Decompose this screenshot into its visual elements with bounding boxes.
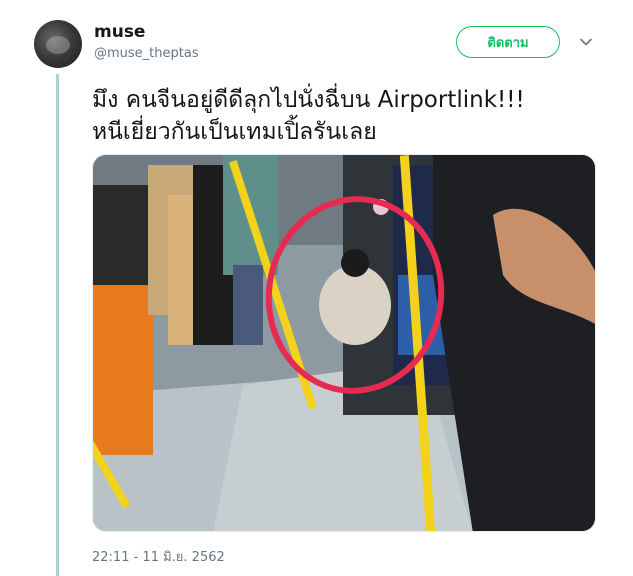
display-name[interactable]: muse xyxy=(94,22,145,42)
tweet-text-line-1: มึง คนจีนอยู่ดีดีลุกไปนั่งฉี่บน Airportl… xyxy=(92,87,525,113)
follow-button[interactable]: ติดตาม xyxy=(456,26,560,58)
avatar[interactable] xyxy=(34,20,82,68)
tweet-timestamp[interactable]: 22:11 - 11 มิ.ย. 2562 xyxy=(92,546,225,567)
tweet-text-line-2: หนีเยี่ยวกันเป็นเทมเปิ้ลรันเลย xyxy=(92,119,377,145)
tweet-text: มึง คนจีนอยู่ดีดีลุกไปนั่งฉี่บน Airportl… xyxy=(92,84,612,148)
tweet-photo[interactable] xyxy=(92,154,596,532)
photo-scene xyxy=(93,155,595,531)
thread-line xyxy=(56,74,59,576)
tweet-card: muse @muse_theptas ติดตาม มึง คนจีนอยู่ด… xyxy=(0,0,633,576)
chevron-down-icon[interactable] xyxy=(578,34,594,50)
orange-robe-figure xyxy=(93,285,153,455)
user-handle[interactable]: @muse_theptas xyxy=(94,46,199,61)
